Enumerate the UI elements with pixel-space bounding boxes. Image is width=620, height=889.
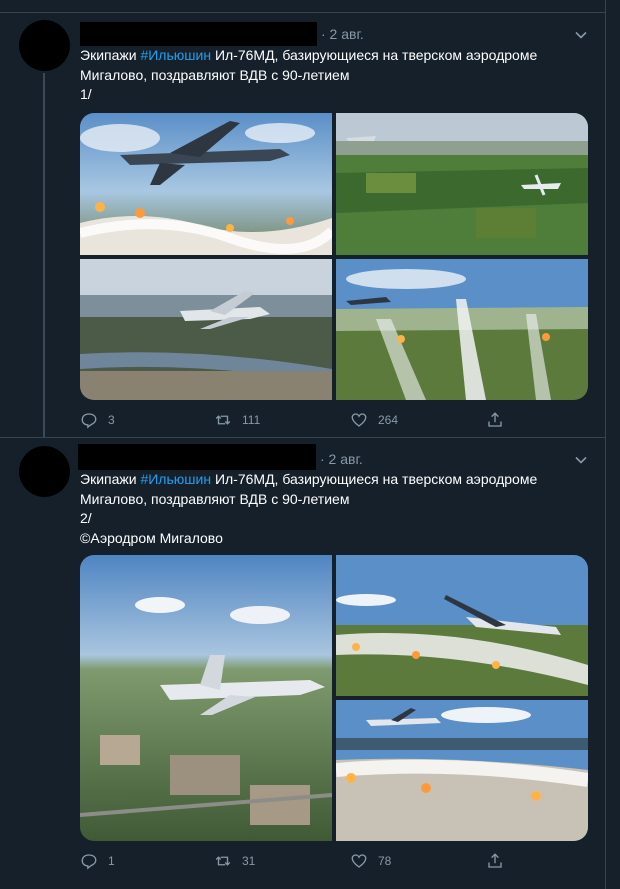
retweet-count: 31 [242, 854, 256, 868]
il76-over-town-photo[interactable] [80, 555, 332, 841]
avatar[interactable] [19, 446, 70, 497]
retweet-icon [215, 856, 231, 866]
heart-icon [351, 854, 367, 868]
photo-grid [80, 555, 588, 841]
reply-icon [81, 413, 97, 429]
tweet-text: Экипажи #Ильюшин Ил-76МД, базирующиеся н… [80, 46, 590, 105]
share-button[interactable] [486, 411, 514, 429]
il76-fighter-flares-photo[interactable] [80, 113, 332, 255]
tweet-1[interactable]: · 2 авг. Экипажи #Ильюшин Ил-76МД, базир… [0, 0, 605, 440]
il76-flares-burst-photo[interactable] [336, 700, 588, 841]
share-button[interactable] [486, 852, 514, 870]
redacted-user-name[interactable] [80, 22, 317, 46]
retweet-count: 111 [242, 413, 261, 427]
il76-flares-trails-photo[interactable] [336, 259, 588, 400]
il76-over-city-photo[interactable] [80, 259, 332, 400]
chevron-down-icon[interactable] [574, 28, 588, 42]
redacted-user-name[interactable] [78, 444, 316, 470]
tweet-2[interactable]: · 2 авг. Экипажи #Ильюшин Ил-76МД, базир… [0, 440, 605, 889]
like-button[interactable]: 264 [350, 411, 398, 429]
heart-icon [351, 413, 367, 427]
timeline-border [605, 0, 606, 889]
photo-grid [80, 113, 588, 400]
like-button[interactable]: 78 [350, 852, 391, 870]
tweet-text-line2: Мигалово, поздравляют ВДВ с 90-летием [80, 490, 350, 507]
chevron-down-icon[interactable] [574, 453, 588, 467]
tweet-text-start: Экипажи [80, 471, 141, 487]
tweet-text-start: Экипажи [80, 47, 141, 63]
il76-climb-flares-photo[interactable] [336, 555, 588, 696]
tweet-text-line1-rest: Ил-76МД, базирующиеся на тверском аэродр… [211, 47, 538, 63]
tweet-text-line3: 2/ [80, 510, 92, 526]
tweet-text: Экипажи #Ильюшин Ил-76МД, базирующиеся н… [80, 470, 590, 548]
share-icon [488, 853, 502, 868]
like-count: 78 [378, 854, 392, 868]
avatar[interactable] [19, 20, 70, 71]
reply-button[interactable]: 3 [80, 411, 115, 429]
il76-over-fields-photo[interactable] [336, 113, 588, 255]
reply-button[interactable]: 1 [80, 852, 115, 870]
reply-count: 1 [108, 854, 115, 868]
retweet-button[interactable]: 31 [214, 852, 255, 870]
tweet-text-line1-rest: Ил-76МД, базирующиеся на тверском аэродр… [211, 471, 538, 487]
tweet-actions: 1 31 78 [80, 852, 588, 872]
like-count: 264 [378, 413, 399, 427]
tweet-actions: 3 111 264 [80, 411, 588, 431]
thread-line [43, 73, 45, 438]
tweet-divider [0, 437, 605, 438]
tweet-date[interactable]: · 2 авг. [320, 451, 363, 467]
retweet-button[interactable]: 111 [214, 411, 260, 429]
tweet-date[interactable]: · 2 авг. [321, 26, 364, 42]
reply-icon [81, 854, 97, 870]
hashtag-link[interactable]: #Ильюшин [140, 47, 211, 63]
hashtag-link[interactable]: #Ильюшин [140, 471, 211, 487]
tweet-text-line3: 1/ [80, 86, 92, 102]
reply-count: 3 [108, 413, 115, 427]
retweet-icon [215, 415, 231, 425]
share-icon [488, 412, 502, 427]
tweet-text-line4: ©Аэродром Мигалово [80, 529, 223, 546]
tweet-text-line2: Мигалово, поздравляют ВДВ с 90-летием [80, 66, 350, 83]
